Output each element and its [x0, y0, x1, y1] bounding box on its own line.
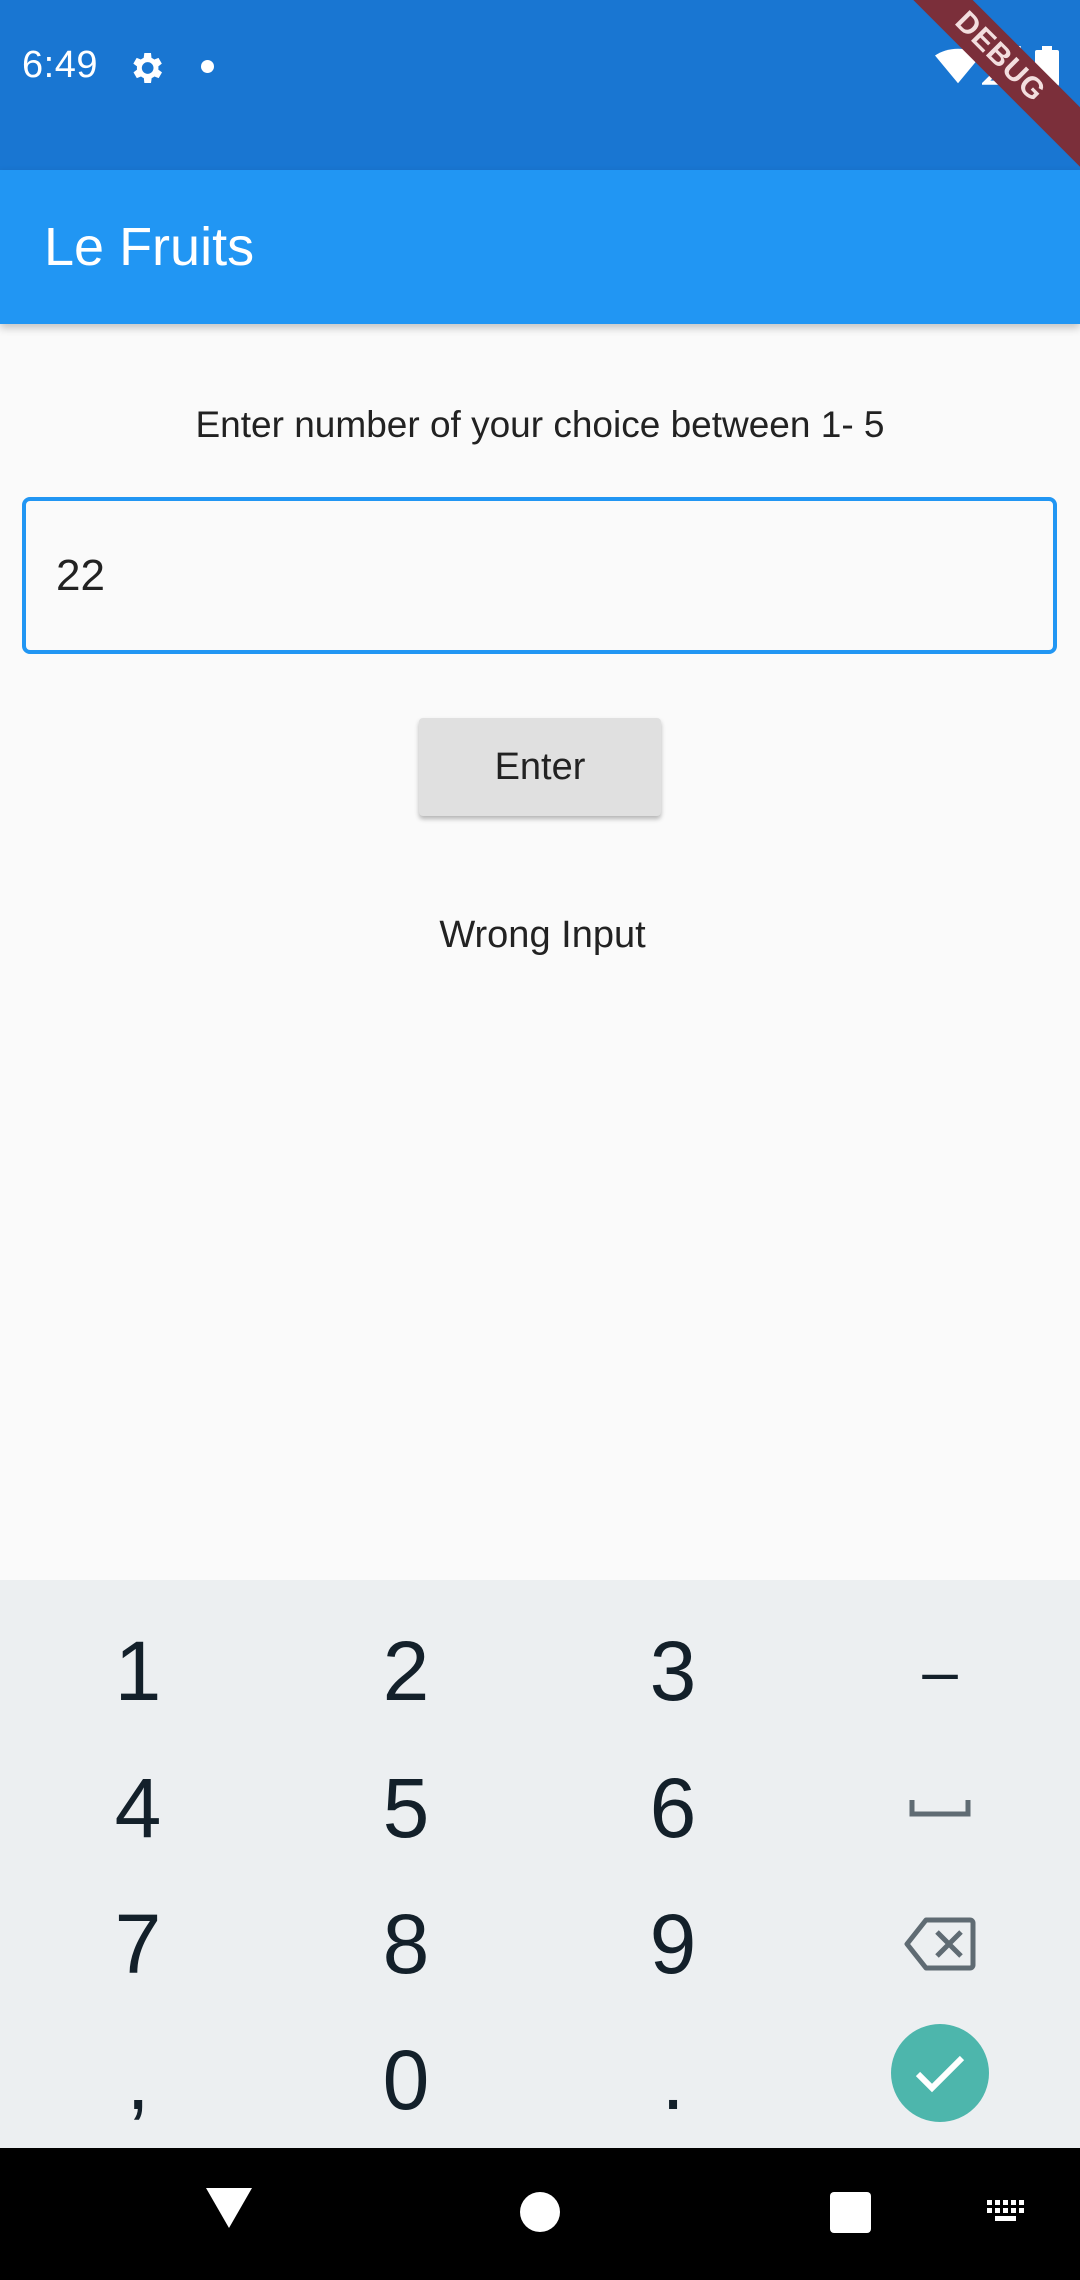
numeric-keyboard: 1 2 3 – 4 5 6 7 8 9 , 0 . [0, 1580, 1080, 2148]
key-5[interactable]: 5 [273, 1740, 539, 1876]
keyboard-switch-icon[interactable] [985, 2198, 1029, 2226]
key-minus[interactable]: – [807, 1603, 1073, 1739]
key-done[interactable] [807, 2005, 1073, 2141]
key-comma[interactable]: , [5, 2012, 271, 2148]
recents-icon[interactable] [830, 2192, 871, 2233]
status-bar: 6:49 DEBUG [0, 0, 1080, 170]
done-button-circle [891, 2024, 989, 2122]
enter-button[interactable]: Enter [419, 718, 661, 816]
debug-banner: DEBUG [879, 0, 1080, 170]
home-icon[interactable] [520, 2192, 560, 2232]
key-2[interactable]: 2 [273, 1603, 539, 1739]
navigation-bar [0, 2148, 1080, 2280]
key-9[interactable]: 9 [540, 1876, 806, 2012]
backspace-icon [904, 1917, 976, 1971]
key-6[interactable]: 6 [540, 1740, 806, 1876]
done-check-icon [915, 2055, 965, 2093]
gear-icon [133, 53, 162, 83]
key-4[interactable]: 4 [5, 1740, 271, 1876]
back-icon[interactable] [204, 2186, 254, 2230]
key-0[interactable]: 0 [273, 2012, 539, 2148]
key-space[interactable] [807, 1740, 1073, 1876]
space-icon [909, 1800, 971, 1817]
app-title: Le Fruits [44, 217, 255, 277]
app-bar: Le Fruits [0, 170, 1080, 324]
number-input[interactable] [22, 497, 1057, 654]
key-period[interactable]: . [540, 2012, 806, 2148]
key-backspace[interactable] [807, 1876, 1073, 2012]
key-1[interactable]: 1 [5, 1603, 271, 1739]
key-3[interactable]: 3 [540, 1603, 806, 1739]
status-time: 6:49 [22, 44, 98, 86]
key-8[interactable]: 8 [273, 1876, 539, 2012]
prompt-text: Enter number of your choice between 1- 5 [195, 404, 885, 445]
result-text: Wrong Input [439, 914, 646, 956]
notification-dot-icon [201, 60, 214, 73]
key-7[interactable]: 7 [5, 1876, 271, 2012]
